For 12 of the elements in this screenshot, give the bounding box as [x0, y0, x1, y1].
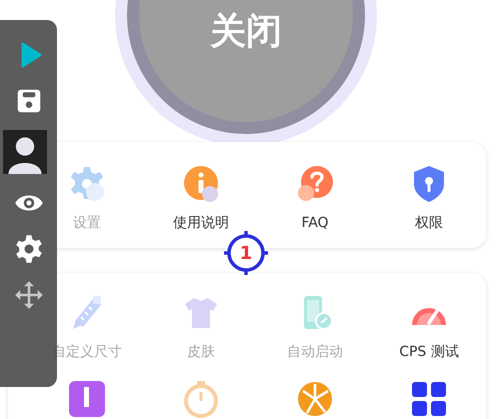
settings-icon[interactable]	[14, 234, 44, 264]
info-icon[interactable]	[181, 164, 221, 204]
feature-label[interactable]: CPS 测试	[399, 343, 459, 361]
wheel-icon[interactable]	[295, 379, 335, 419]
feature-label[interactable]: FAQ	[301, 214, 329, 232]
chart-icon[interactable]	[67, 379, 107, 419]
feature-label[interactable]: 权限	[415, 214, 443, 232]
help-icon[interactable]	[295, 164, 335, 204]
grid-icon[interactable]	[409, 379, 449, 419]
move-icon[interactable]	[14, 280, 44, 310]
feature-label[interactable]: 使用说明	[173, 214, 229, 232]
avatar-icon[interactable]	[2, 130, 46, 174]
